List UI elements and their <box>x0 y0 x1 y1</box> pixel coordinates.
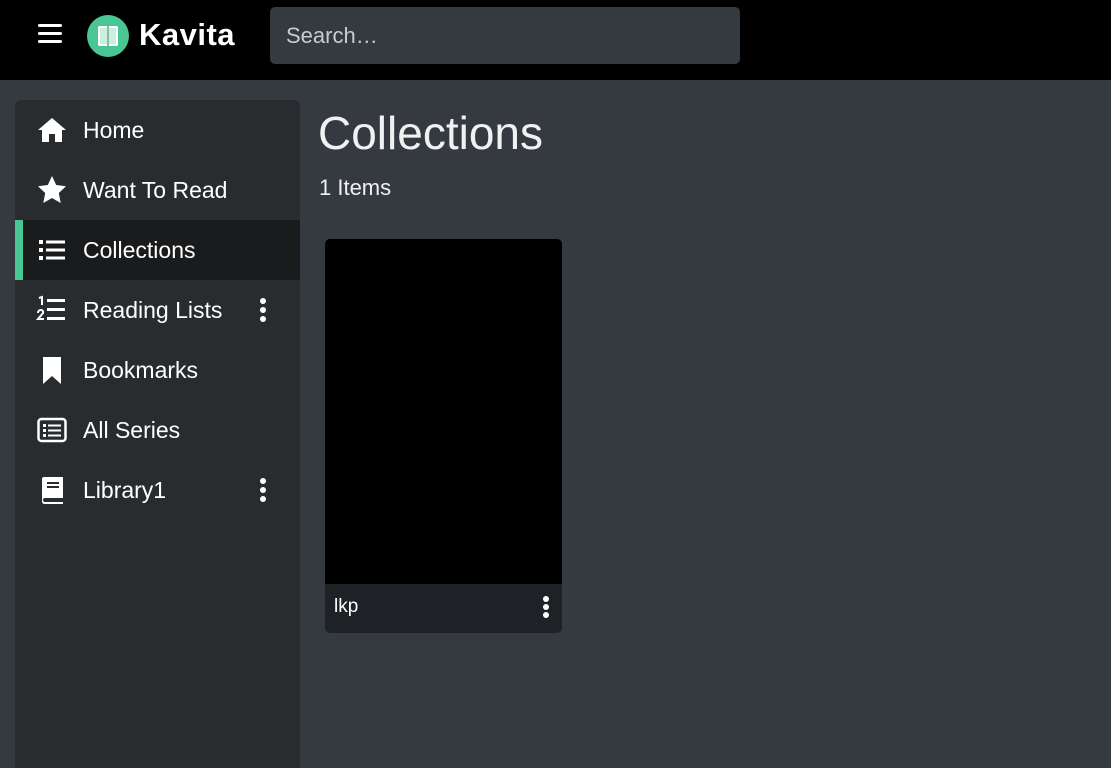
kavita-logo[interactable] <box>87 15 129 57</box>
sidebar-item-label: Bookmarks <box>83 357 199 383</box>
collection-title[interactable]: lkp <box>334 596 358 618</box>
item-count: 1 Items <box>319 175 392 200</box>
sidebar-item-reading-lists[interactable]: Reading Lists <box>15 280 300 340</box>
sidebar-item-label: Collections <box>83 237 196 263</box>
home-icon <box>38 118 66 142</box>
star-icon <box>38 176 66 203</box>
reading-lists-more-icon[interactable] <box>253 296 273 324</box>
collection-card[interactable]: lkp <box>325 239 562 633</box>
bookmark-icon <box>43 357 61 384</box>
card-more-icon[interactable] <box>536 595 556 621</box>
page-title: Collections <box>318 107 543 159</box>
list-icon <box>39 240 65 260</box>
brand-name[interactable]: Kavita <box>139 14 235 56</box>
sidebar-item-home[interactable]: Home <box>15 100 300 160</box>
book-icon <box>42 477 63 504</box>
sidebar-item-collections[interactable]: Collections <box>15 220 300 280</box>
top-navbar: Kavita <box>0 0 1111 80</box>
sidebar-item-want-to-read[interactable]: Want To Read <box>15 160 300 220</box>
rectangle-list-icon <box>37 417 67 443</box>
sidebar-item-label: Reading Lists <box>83 297 223 323</box>
sidebar-item-all-series[interactable]: All Series <box>15 400 300 460</box>
hamburger-menu-icon[interactable] <box>36 22 64 46</box>
sidebar: Home Want To Read Collections Reading Li… <box>15 100 300 768</box>
sidebar-item-library1[interactable]: Library1 <box>15 460 300 520</box>
library1-more-icon[interactable] <box>253 476 273 504</box>
ordered-list-icon <box>36 295 65 320</box>
sidebar-item-label: Want To Read <box>83 177 228 203</box>
sidebar-item-label: Home <box>83 117 145 143</box>
search-input[interactable] <box>270 7 740 64</box>
sidebar-item-bookmarks[interactable]: Bookmarks <box>15 340 300 400</box>
collection-cover-image[interactable] <box>325 239 562 584</box>
sidebar-item-label: Library1 <box>83 477 167 503</box>
sidebar-item-label: All Series <box>83 417 181 443</box>
